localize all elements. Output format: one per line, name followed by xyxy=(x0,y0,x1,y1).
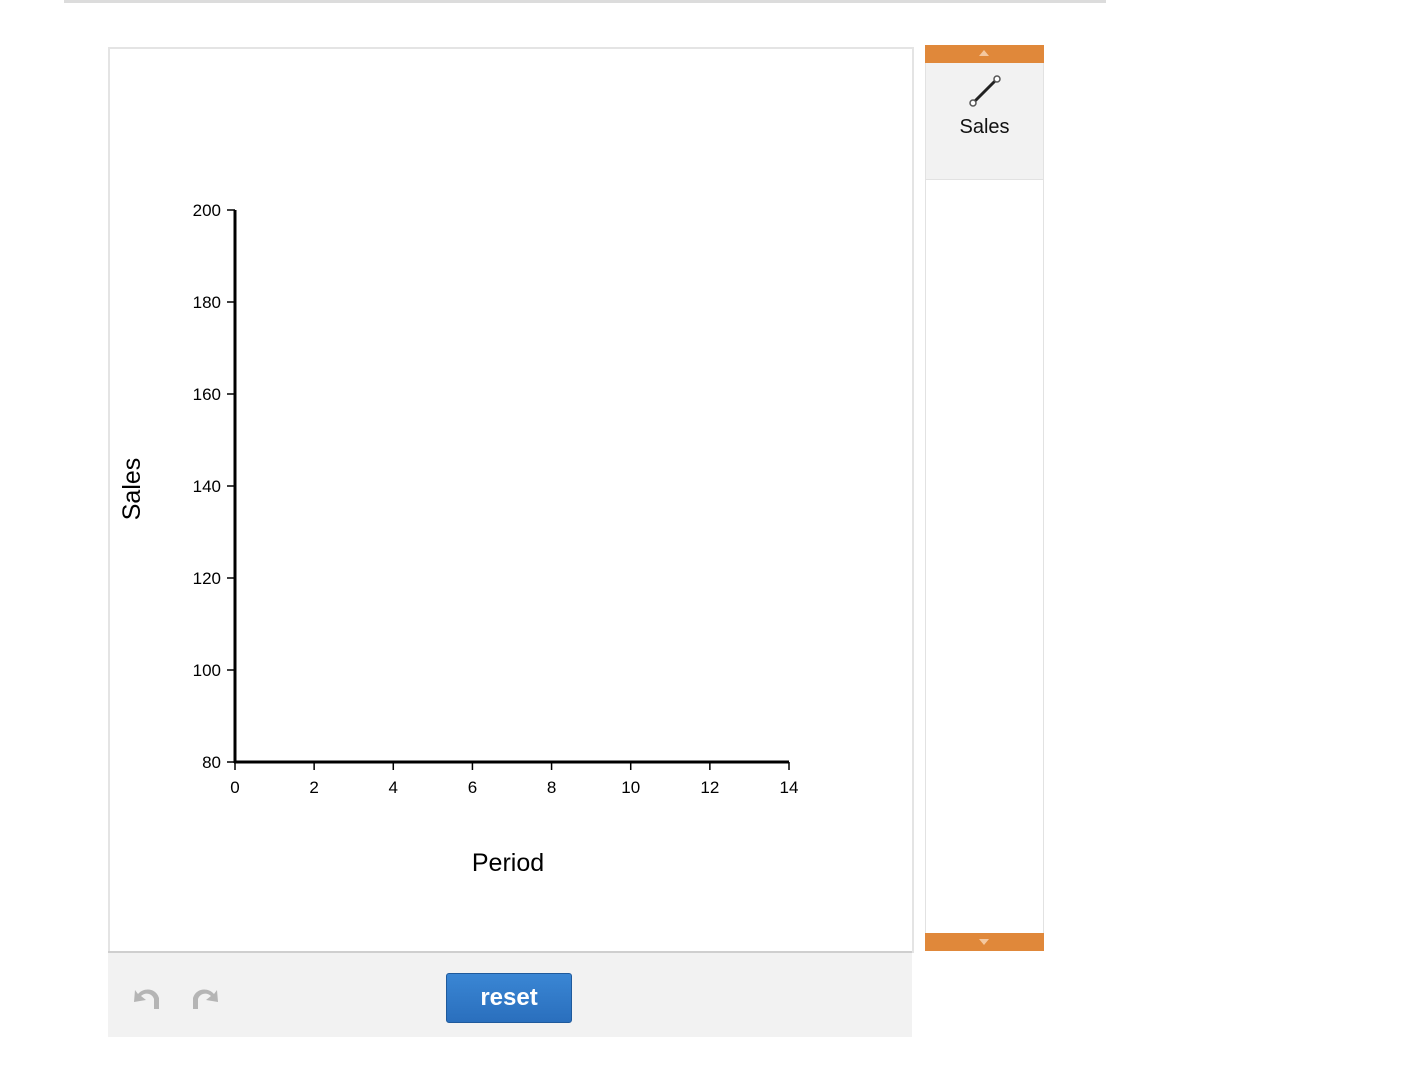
palette-scroll-down-button[interactable] xyxy=(925,933,1044,951)
triangle-down-icon xyxy=(979,939,989,945)
palette-item-sales[interactable]: Sales xyxy=(926,63,1043,180)
chart-svg[interactable]: 80 100 120 140 160 180 200 0 2 4 6 8 10 12 14 Period Sal… xyxy=(110,49,912,951)
x-tick-label: 0 xyxy=(230,778,239,797)
palette-item-label: Sales xyxy=(959,116,1010,138)
triangle-up-icon xyxy=(979,50,989,56)
y-tick-label: 180 xyxy=(193,293,221,312)
y-axis-label: Sales xyxy=(118,458,146,521)
x-tick-label: 6 xyxy=(468,778,477,797)
x-axis-label: Period xyxy=(472,849,544,877)
redo-icon[interactable] xyxy=(188,981,222,1015)
x-tick-label: 10 xyxy=(621,778,640,797)
y-tick-label: 80 xyxy=(202,753,221,772)
graph-panel[interactable]: 80 100 120 140 160 180 200 0 2 4 6 8 10 12 14 Period Sal… xyxy=(108,47,914,953)
x-tick-label: 14 xyxy=(780,778,799,797)
y-tick-label: 200 xyxy=(193,201,221,220)
reset-button[interactable]: reset xyxy=(446,973,572,1023)
palette-scroll-up-button[interactable] xyxy=(925,45,1044,63)
toolbar: reset xyxy=(108,951,912,1037)
top-divider xyxy=(64,0,1106,3)
y-tick-label: 100 xyxy=(193,661,221,680)
y-tick-label: 140 xyxy=(193,477,221,496)
x-tick-label: 12 xyxy=(700,778,719,797)
line-segment-icon xyxy=(969,75,1001,107)
x-tick-label: 4 xyxy=(389,778,398,797)
y-tick-label: 120 xyxy=(193,569,221,588)
y-tick-label: 160 xyxy=(193,385,221,404)
drawing-palette: Sales xyxy=(925,45,1044,951)
x-tick-label: 2 xyxy=(309,778,318,797)
undo-icon[interactable] xyxy=(130,981,164,1015)
x-tick-label: 8 xyxy=(547,778,556,797)
